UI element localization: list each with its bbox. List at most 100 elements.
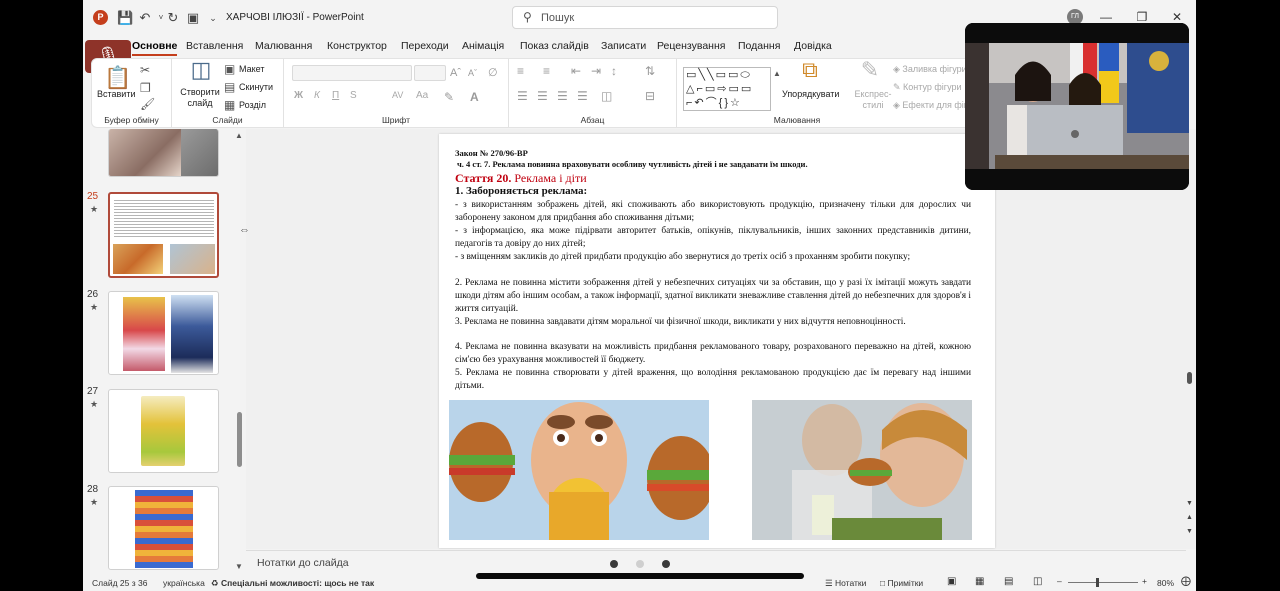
shrink-font-icon[interactable]: Aˇ — [468, 66, 477, 80]
shape-outline-button[interactable]: ✎ Контур фігури — [893, 82, 962, 93]
home-indicator-bar[interactable] — [476, 573, 804, 579]
numbering-icon[interactable]: ≡ — [543, 64, 550, 78]
format-painter-icon[interactable]: 🖌 — [140, 97, 155, 111]
slideshow-icon[interactable]: ◫ — [1033, 576, 1042, 587]
fit-to-window-icon[interactable]: ⨁ — [1181, 576, 1191, 587]
align-text-icon[interactable]: ⊟ — [645, 89, 655, 103]
line-spacing-icon[interactable]: ↕ — [611, 64, 617, 78]
splitter-resize-icon[interactable]: ⇔ — [239, 224, 250, 236]
save-icon[interactable]: 💾 — [117, 10, 133, 26]
tab-record[interactable]: Записати — [601, 40, 646, 52]
justify-icon[interactable]: ☰ — [577, 89, 588, 103]
tab-design[interactable]: Конструктор — [327, 40, 387, 52]
slide-thumbnail-25[interactable] — [108, 192, 219, 278]
normal-view-icon[interactable]: ▣ — [947, 576, 956, 587]
page-dot[interactable] — [610, 560, 618, 568]
scrollbar-thumb[interactable] — [237, 412, 242, 467]
tab-slideshow[interactable]: Показ слайдів — [520, 40, 589, 52]
scroll-down-icon[interactable]: ▼ — [235, 562, 243, 571]
highlight-icon[interactable]: ✎ — [444, 90, 454, 104]
shapes-more-icon[interactable]: ▲ — [773, 67, 781, 81]
scroll-up-icon[interactable]: ▲ — [235, 131, 243, 140]
zoom-out-icon[interactable]: – — [1057, 576, 1062, 586]
scroll-down-icon[interactable]: ▼ — [1186, 500, 1193, 507]
strike-button[interactable]: S — [350, 90, 357, 101]
slide-thumbnail-24[interactable] — [108, 129, 219, 177]
tab-draw[interactable]: Малювання — [255, 40, 312, 52]
present-icon[interactable]: ▣ — [185, 10, 201, 26]
font-color-icon[interactable]: A — [470, 90, 479, 104]
search-input[interactable] — [541, 10, 761, 26]
paste-icon[interactable]: 📋 — [104, 67, 131, 89]
comments-toggle-button[interactable]: □ Примітки — [880, 578, 923, 588]
underline-button[interactable]: П — [332, 90, 339, 101]
columns-icon[interactable]: ◫ — [601, 89, 612, 103]
section-button[interactable]: Розділ — [239, 100, 266, 110]
tab-transitions[interactable]: Переходи — [401, 40, 449, 52]
zoom-in-icon[interactable]: + — [1142, 576, 1147, 586]
tab-view[interactable]: Подання — [738, 40, 780, 52]
increase-indent-icon[interactable]: ⇥ — [591, 64, 601, 78]
redo-icon[interactable]: ↻ — [165, 10, 181, 26]
tab-insert[interactable]: Вставлення — [186, 40, 243, 52]
align-center-icon[interactable]: ☰ — [537, 89, 548, 103]
slide-vertical-scrollbar[interactable]: ▼ ▲ ▼ — [1183, 130, 1196, 550]
font-family-select[interactable] — [292, 65, 412, 81]
clear-format-icon[interactable]: ∅ — [488, 66, 498, 80]
new-slide-button[interactable]: Створити слайд — [180, 87, 220, 109]
slide-thumbnail-27[interactable] — [108, 389, 219, 473]
new-slide-icon[interactable]: ◫ — [188, 59, 214, 81]
zoom-slider[interactable] — [1068, 578, 1138, 587]
grow-font-icon[interactable]: Aˆ — [450, 66, 461, 80]
page-dot-active[interactable] — [636, 560, 644, 568]
current-slide[interactable]: Закон № 270/96-ВР ч. 4 ст. 7. Реклама по… — [439, 134, 995, 548]
text-direction-icon[interactable]: ⇅ — [645, 64, 655, 78]
tab-help[interactable]: Довідка — [794, 40, 832, 52]
zoom-slider-thumb[interactable] — [1096, 578, 1099, 587]
font-size-select[interactable] — [414, 65, 446, 81]
language-indicator[interactable]: українська — [163, 578, 205, 588]
accessibility-status[interactable]: ♻ Спеціальні можливості: щось не так — [211, 578, 374, 589]
italic-button[interactable]: К — [314, 90, 320, 101]
align-right-icon[interactable]: ☰ — [557, 89, 568, 103]
notes-toggle-button[interactable]: ☰ Нотатки — [825, 578, 866, 589]
decrease-indent-icon[interactable]: ⇤ — [571, 64, 581, 78]
video-call-overlay[interactable] — [965, 23, 1189, 190]
next-slide-icon[interactable]: ▼ — [1186, 528, 1193, 535]
undo-icon[interactable]: ↶ — [137, 10, 153, 26]
notes-placeholder[interactable]: Нотатки до слайда — [257, 557, 349, 569]
search-box[interactable]: ⚲ — [512, 6, 778, 29]
quick-styles-button[interactable]: Експрес-стилі — [853, 89, 893, 111]
bold-button[interactable]: Ж — [294, 90, 303, 101]
scrollbar-thumb[interactable] — [1187, 372, 1192, 384]
reading-view-icon[interactable]: ▤ — [1004, 576, 1013, 587]
shapes-gallery-icon[interactable]: ▭╲╲▭▭⬭ △⌐▭⇨▭▭ ⌐↶⌒{}☆ — [683, 67, 771, 111]
bullets-icon[interactable]: ≡ — [517, 64, 524, 78]
copy-icon[interactable]: ❐ — [140, 81, 151, 95]
change-case-button[interactable]: Aa — [416, 90, 428, 101]
arrange-icon[interactable]: ⧉ — [797, 59, 823, 81]
arrange-button[interactable]: Упорядкувати — [782, 89, 839, 99]
slide-sorter-icon[interactable]: ▦ — [975, 576, 984, 587]
quick-styles-icon[interactable]: ✎ — [857, 59, 883, 81]
thumbnails-scrollbar[interactable]: ▲ ▼ — [233, 129, 245, 574]
previous-slide-icon[interactable]: ▲ — [1186, 514, 1193, 521]
shape-effects-button[interactable]: ◈ Ефекти для фігур — [893, 100, 977, 111]
page-dot[interactable] — [662, 560, 670, 568]
zoom-level[interactable]: 80% — [1157, 578, 1174, 588]
char-spacing-button[interactable]: AV — [392, 90, 403, 100]
reset-button[interactable]: Скинути — [239, 82, 273, 92]
tab-review[interactable]: Рецензування — [657, 40, 725, 52]
slide-thumbnail-26[interactable] — [108, 291, 219, 375]
tab-animation[interactable]: Анімація — [462, 40, 504, 52]
cut-icon[interactable]: ✂ — [140, 63, 150, 77]
section-icon: ▦ — [224, 98, 236, 112]
slide-thumbnail-28[interactable] — [108, 486, 219, 570]
paste-button[interactable]: Вставити — [97, 89, 136, 99]
customize-toolbar-icon[interactable]: ⌄ — [205, 10, 221, 26]
tab-home[interactable]: Основне — [132, 40, 178, 56]
layout-button[interactable]: Макет — [239, 64, 264, 74]
shape-fill-button[interactable]: ◈ Заливка фігури — [893, 64, 967, 75]
align-left-icon[interactable]: ☰ — [517, 89, 528, 103]
notes-pane[interactable]: Нотатки до слайда — [246, 550, 1186, 573]
